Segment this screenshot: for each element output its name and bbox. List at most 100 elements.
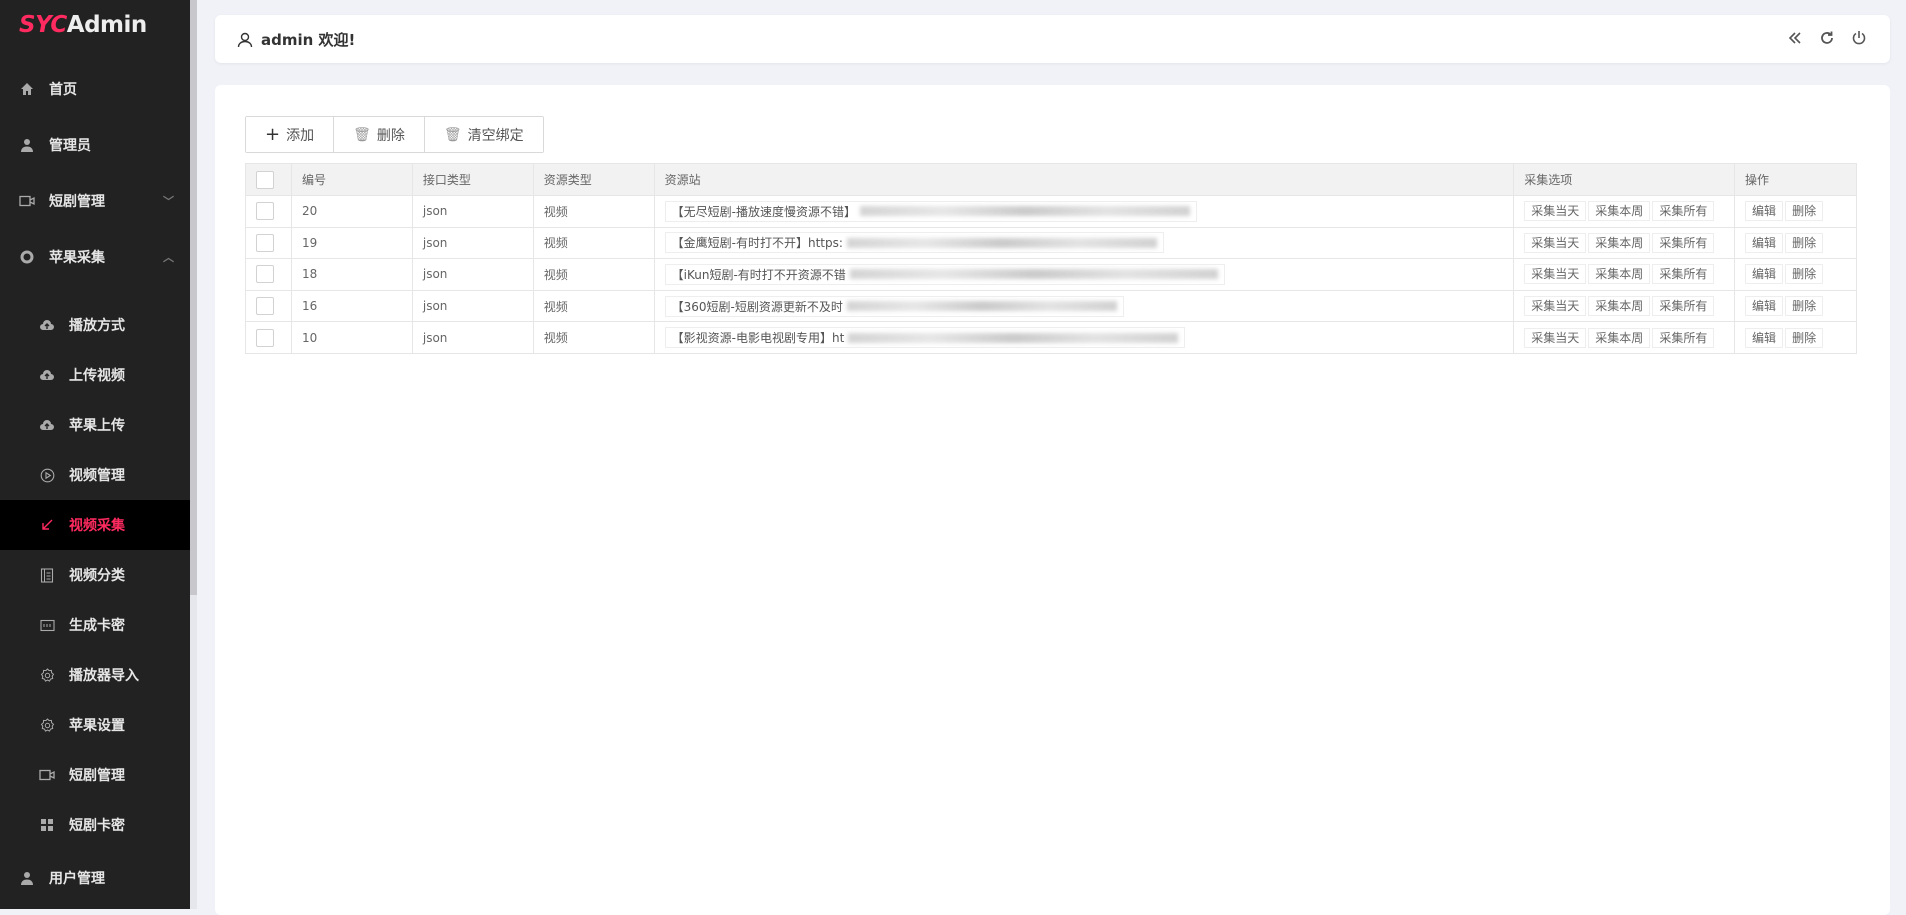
collect-button-2[interactable]: 采集所有 <box>1652 201 1715 222</box>
cell-api-type: json <box>411 289 534 323</box>
trash-icon: 🗑 <box>443 126 462 143</box>
collect-button-0[interactable]: 采集当天 <box>1524 296 1587 317</box>
select-all-checkbox[interactable] <box>256 170 274 189</box>
cell-api-type: json <box>411 226 534 260</box>
sidebar-item-user-management[interactable]: 用户管理 <box>0 850 190 906</box>
sidebar-subitem-7[interactable]: 播放器导入 <box>0 650 190 700</box>
source-field: 【无尽短剧-播放速度慢资源不错】 <box>664 200 1197 222</box>
collect-button-1[interactable]: 采集本周 <box>1588 327 1651 348</box>
redacted-url <box>848 332 1179 343</box>
refresh-icon[interactable] <box>1818 29 1836 47</box>
cell-id: 10 <box>290 321 413 354</box>
video-camera-icon <box>19 193 35 209</box>
collect-button-1[interactable]: 采集本周 <box>1588 296 1651 317</box>
cell-resource-type: 视频 <box>532 195 655 228</box>
col-collect-options: 采集选项 <box>1513 163 1736 196</box>
delete-row-button[interactable]: 删除 <box>1785 201 1824 222</box>
row-checkbox[interactable] <box>256 328 274 347</box>
row-checkbox[interactable] <box>256 202 274 221</box>
nav-label: 视频管理 <box>69 468 125 484</box>
edit-button[interactable]: 编辑 <box>1745 201 1784 222</box>
collect-button-0[interactable]: 采集当天 <box>1524 264 1587 285</box>
sidebar-subitem-3[interactable]: 视频管理 <box>0 450 190 500</box>
source-field: 【金鹰短剧-有时打不开】https: <box>664 232 1164 254</box>
cell-api-type: json <box>411 195 534 228</box>
chevron-up-icon: ︿ <box>163 251 174 264</box>
play-circle-icon <box>39 467 55 483</box>
trash-icon: 🗑 <box>353 126 371 143</box>
sidebar-subitem-6[interactable]: 生成卡密 <box>0 600 190 650</box>
edit-button[interactable]: 编辑 <box>1745 232 1784 253</box>
collect-button-2[interactable]: 采集所有 <box>1652 264 1715 285</box>
nav-label: 短剧管理 <box>49 194 105 210</box>
row-checkbox[interactable] <box>256 297 274 316</box>
nav-label: 视频分类 <box>69 568 125 584</box>
logo: SYCAdmin <box>19 12 147 38</box>
clear-binding-button[interactable]: 🗑 清空绑定 <box>424 117 543 152</box>
plus-icon: + <box>265 124 281 145</box>
nav-label: 短剧管理 <box>69 768 125 784</box>
nav-label: 管理员 <box>49 138 91 154</box>
cell-id: 20 <box>290 195 413 228</box>
sidebar-item-1[interactable]: 管理员 <box>0 117 190 173</box>
power-icon[interactable] <box>1850 29 1868 47</box>
gear-icon <box>39 667 55 683</box>
edit-button[interactable]: 编辑 <box>1745 327 1784 348</box>
table-row: 18 json 视频 【iKun短剧-有时打不开资源不错 采集当天 采集本周 采集所有 编辑删… <box>245 258 1857 291</box>
sidebar-item-2[interactable]: 短剧管理 ﹀ <box>0 173 190 229</box>
collect-button-1[interactable]: 采集本周 <box>1588 264 1651 285</box>
sidebar-item-3[interactable]: 苹果采集 ︿ <box>0 229 190 285</box>
collect-button-1[interactable]: 采集本周 <box>1588 201 1651 222</box>
edit-button[interactable]: 编辑 <box>1745 264 1784 285</box>
sidebar-subitem-9[interactable]: 短剧管理 <box>0 750 190 800</box>
add-button[interactable]: + 添加 <box>246 117 335 152</box>
header: admin 欢迎! <box>215 15 1890 63</box>
delete-row-button[interactable]: 删除 <box>1785 264 1824 285</box>
home-icon <box>19 81 35 97</box>
gear-icon <box>39 717 55 733</box>
cell-api-type: json <box>411 321 534 354</box>
delete-row-button[interactable]: 删除 <box>1785 327 1824 348</box>
edit-button[interactable]: 编辑 <box>1745 296 1784 317</box>
redacted-url <box>846 301 1117 312</box>
double-chevron-left-icon[interactable] <box>1786 29 1804 47</box>
nav-label: 苹果采集 <box>49 250 105 266</box>
col-api-type: 接口类型 <box>411 163 534 196</box>
sidebar-subitem-1[interactable]: 上传视频 <box>0 350 190 400</box>
welcome-text: admin 欢迎! <box>261 31 356 49</box>
cloud-upload-icon <box>39 367 55 383</box>
collect-button-0[interactable]: 采集当天 <box>1524 232 1587 253</box>
collect-button-0[interactable]: 采集当天 <box>1524 327 1587 348</box>
table-row: 20 json 视频 【无尽短剧-播放速度慢资源不错】 采集当天 采集本周 采集所有 编辑 删除 <box>245 195 1857 228</box>
collect-button-2[interactable]: 采集所有 <box>1652 327 1715 348</box>
row-checkbox[interactable] <box>256 233 274 252</box>
sidebar-subitem-0[interactable]: 播放方式 <box>0 300 190 350</box>
sidebar-scrollbar[interactable] <box>190 0 197 595</box>
collect-button-1[interactable]: 采集本周 <box>1588 232 1651 253</box>
delete-row-button[interactable]: 删除 <box>1785 296 1824 317</box>
sidebar-item-0[interactable]: 首页 <box>0 61 190 117</box>
col-source: 资源站 <box>653 163 1515 196</box>
cell-resource-type: 视频 <box>532 226 655 260</box>
sidebar-subitem-4[interactable]: 视频采集 <box>0 500 190 550</box>
redacted-url <box>859 206 1190 217</box>
redacted-url <box>846 237 1157 248</box>
redacted-url <box>849 269 1218 280</box>
delete-row-button[interactable]: 删除 <box>1785 232 1824 253</box>
sidebar-subitem-5[interactable]: 视频分类 <box>0 550 190 600</box>
cell-id: 16 <box>290 289 413 323</box>
nav-label: 用户管理 <box>49 871 105 887</box>
sidebar-subitem-8[interactable]: 苹果设置 <box>0 700 190 750</box>
list-icon <box>39 567 55 583</box>
collect-button-0[interactable]: 采集当天 <box>1524 201 1587 222</box>
collect-button-2[interactable]: 采集所有 <box>1652 232 1715 253</box>
sidebar-subitem-10[interactable]: 短剧卡密 <box>0 800 190 850</box>
collect-button-2[interactable]: 采集所有 <box>1652 296 1715 317</box>
cell-resource-type: 视频 <box>532 321 655 354</box>
source-field: 【iKun短剧-有时打不开资源不错 <box>664 263 1225 285</box>
cloud-upload-icon <box>39 417 55 433</box>
delete-button[interactable]: 🗑 删除 <box>334 117 425 152</box>
sidebar-subitem-2[interactable]: 苹果上传 <box>0 400 190 450</box>
nav-label: 视频采集 <box>69 518 125 534</box>
row-checkbox[interactable] <box>256 265 274 284</box>
